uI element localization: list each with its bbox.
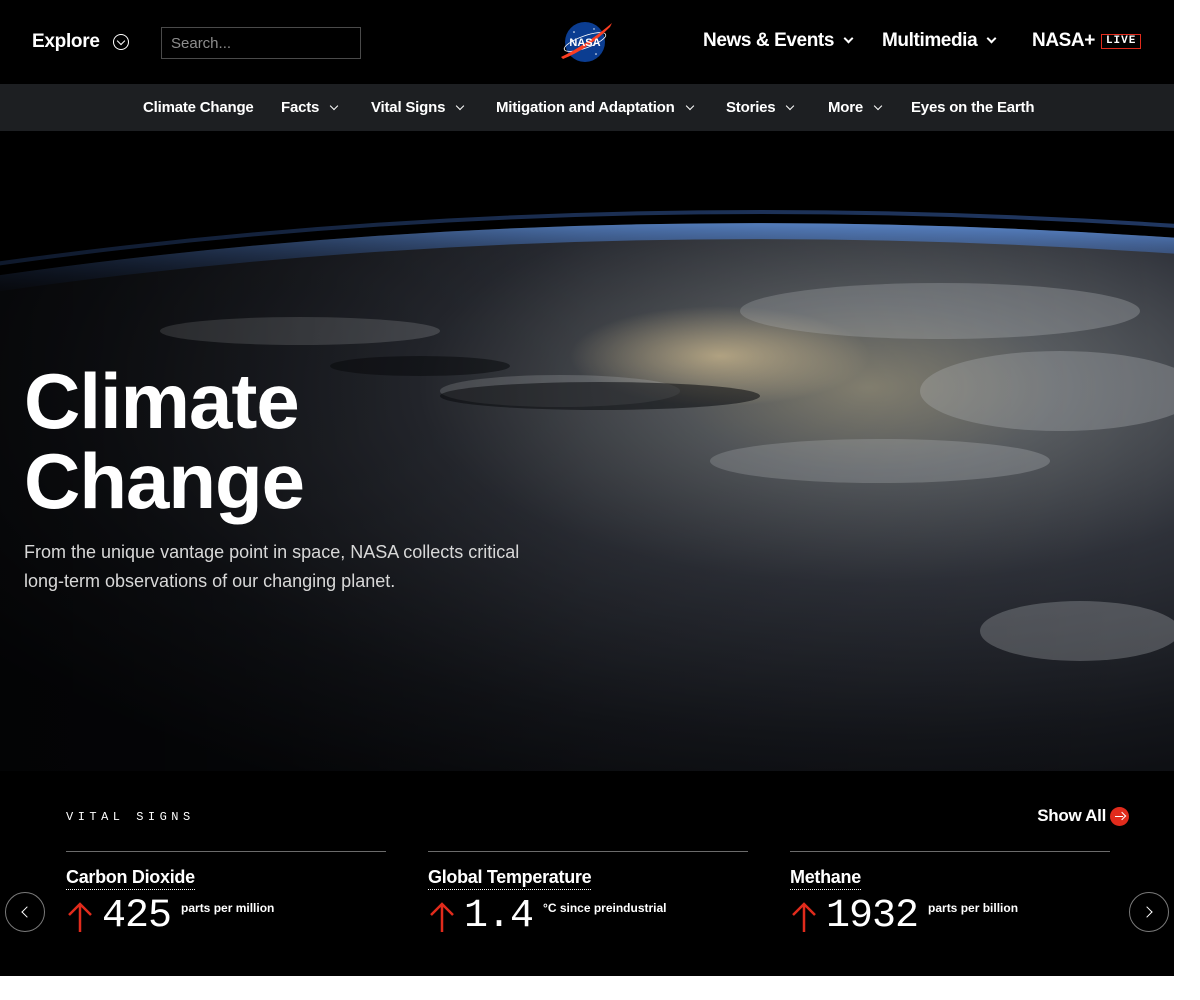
subnav-item-stories[interactable]: Stories <box>726 99 795 116</box>
vital-card-unit: parts per million <box>181 901 275 915</box>
vital-card-unit: °C since preindustrial <box>543 901 667 915</box>
logo-wordmark: NASA <box>569 37 600 49</box>
nav-multimedia[interactable]: Multimedia <box>882 30 997 52</box>
nav-nasa-plus-label: NASA+ <box>1032 30 1095 51</box>
page-title-line-2: Change <box>24 437 305 525</box>
subnav-item-label: Vital Signs <box>371 99 446 116</box>
vital-card-name[interactable]: Methane <box>790 867 861 890</box>
hero-section: Climate Change From the unique vantage p… <box>0 131 1174 771</box>
subnav-item-climate-change[interactable]: Climate Change <box>143 99 254 116</box>
nav-news-events-label: News & Events <box>703 30 835 51</box>
arrow-right-circle-icon <box>1110 806 1129 826</box>
vital-card-reading: 425 parts per million <box>66 895 386 939</box>
subnav-item-more[interactable]: More <box>828 99 883 116</box>
nav-multimedia-label: Multimedia <box>882 30 978 51</box>
search-input[interactable] <box>161 27 361 59</box>
chevron-down-icon <box>986 33 997 44</box>
vital-card-global-temperature: Global Temperature 1.4 °C since preindus… <box>428 851 748 939</box>
show-all-label: Show All <box>1037 806 1106 825</box>
explore-menu-button[interactable]: Explore <box>32 31 129 53</box>
subnav-item-label: Mitigation and Adaptation <box>496 99 675 116</box>
subnav-item-label: Climate Change <box>143 99 254 116</box>
page-title: Climate Change <box>24 361 305 521</box>
vital-card-name[interactable]: Carbon Dioxide <box>66 867 195 890</box>
subnav-item-label: More <box>828 99 864 116</box>
carousel-prev-button[interactable] <box>5 892 45 932</box>
vital-card-value: 425 <box>102 894 172 939</box>
arrow-up-icon <box>792 902 816 932</box>
show-all-link[interactable]: Show All <box>1037 806 1129 826</box>
chevron-down-icon <box>329 101 339 110</box>
nav-news-events[interactable]: News & Events <box>703 30 854 52</box>
chevron-down-icon <box>873 101 883 110</box>
carousel-next-button[interactable] <box>1129 892 1169 932</box>
page-edge <box>1174 0 1200 1000</box>
subnav-item-vital-signs[interactable]: Vital Signs <box>371 99 465 116</box>
explore-label: Explore <box>32 31 100 52</box>
vital-card-value: 1932 <box>826 894 919 939</box>
vital-card-reading: 1.4 °C since preindustrial <box>428 895 748 939</box>
vital-signs-section: VITAL SIGNS Show All Carbon Dioxide 425 … <box>0 771 1174 976</box>
vital-card-carbon-dioxide: Carbon Dioxide 425 parts per million <box>66 851 386 939</box>
vital-card-value: 1.4 <box>464 894 534 939</box>
subnav-item-label: Eyes on the Earth <box>911 99 1035 116</box>
nav-nasa-plus[interactable]: NASA+ LIVE <box>1032 30 1142 52</box>
subnav-item-label: Facts <box>281 99 320 116</box>
nasa-logo[interactable]: NASA <box>558 19 614 65</box>
chevron-down-icon <box>685 101 694 110</box>
chevron-down-icon <box>455 101 465 110</box>
subnav-item-eyes-on-earth[interactable]: Eyes on the Earth <box>911 99 1035 116</box>
top-header: Explore NASA News & Events Multimedia NA… <box>0 0 1174 84</box>
vital-signs-label: VITAL SIGNS <box>66 810 195 824</box>
vital-card-methane: Methane 1932 parts per billion <box>790 851 1110 939</box>
hero-subtitle: From the unique vantage point in space, … <box>24 542 520 591</box>
vital-card-name[interactable]: Global Temperature <box>428 867 592 890</box>
live-badge: LIVE <box>1100 33 1142 49</box>
chevron-down-circle-icon <box>112 34 129 50</box>
arrow-up-icon <box>68 902 92 932</box>
arrow-up-icon <box>430 902 454 932</box>
page-title-line-1: Climate <box>24 357 300 445</box>
chevron-down-icon <box>843 33 854 44</box>
subnav-item-facts[interactable]: Facts <box>281 99 339 116</box>
subnav-item-mitigation-adaptation[interactable]: Mitigation and Adaptation <box>496 99 694 116</box>
subnav-item-label: Stories <box>726 99 776 116</box>
vital-card-unit: parts per billion <box>928 901 1019 915</box>
chevron-down-icon <box>786 101 795 110</box>
section-subnav: Climate Change Facts Vital Signs Mitigat… <box>0 84 1174 131</box>
vital-card-reading: 1932 parts per billion <box>790 895 1110 939</box>
